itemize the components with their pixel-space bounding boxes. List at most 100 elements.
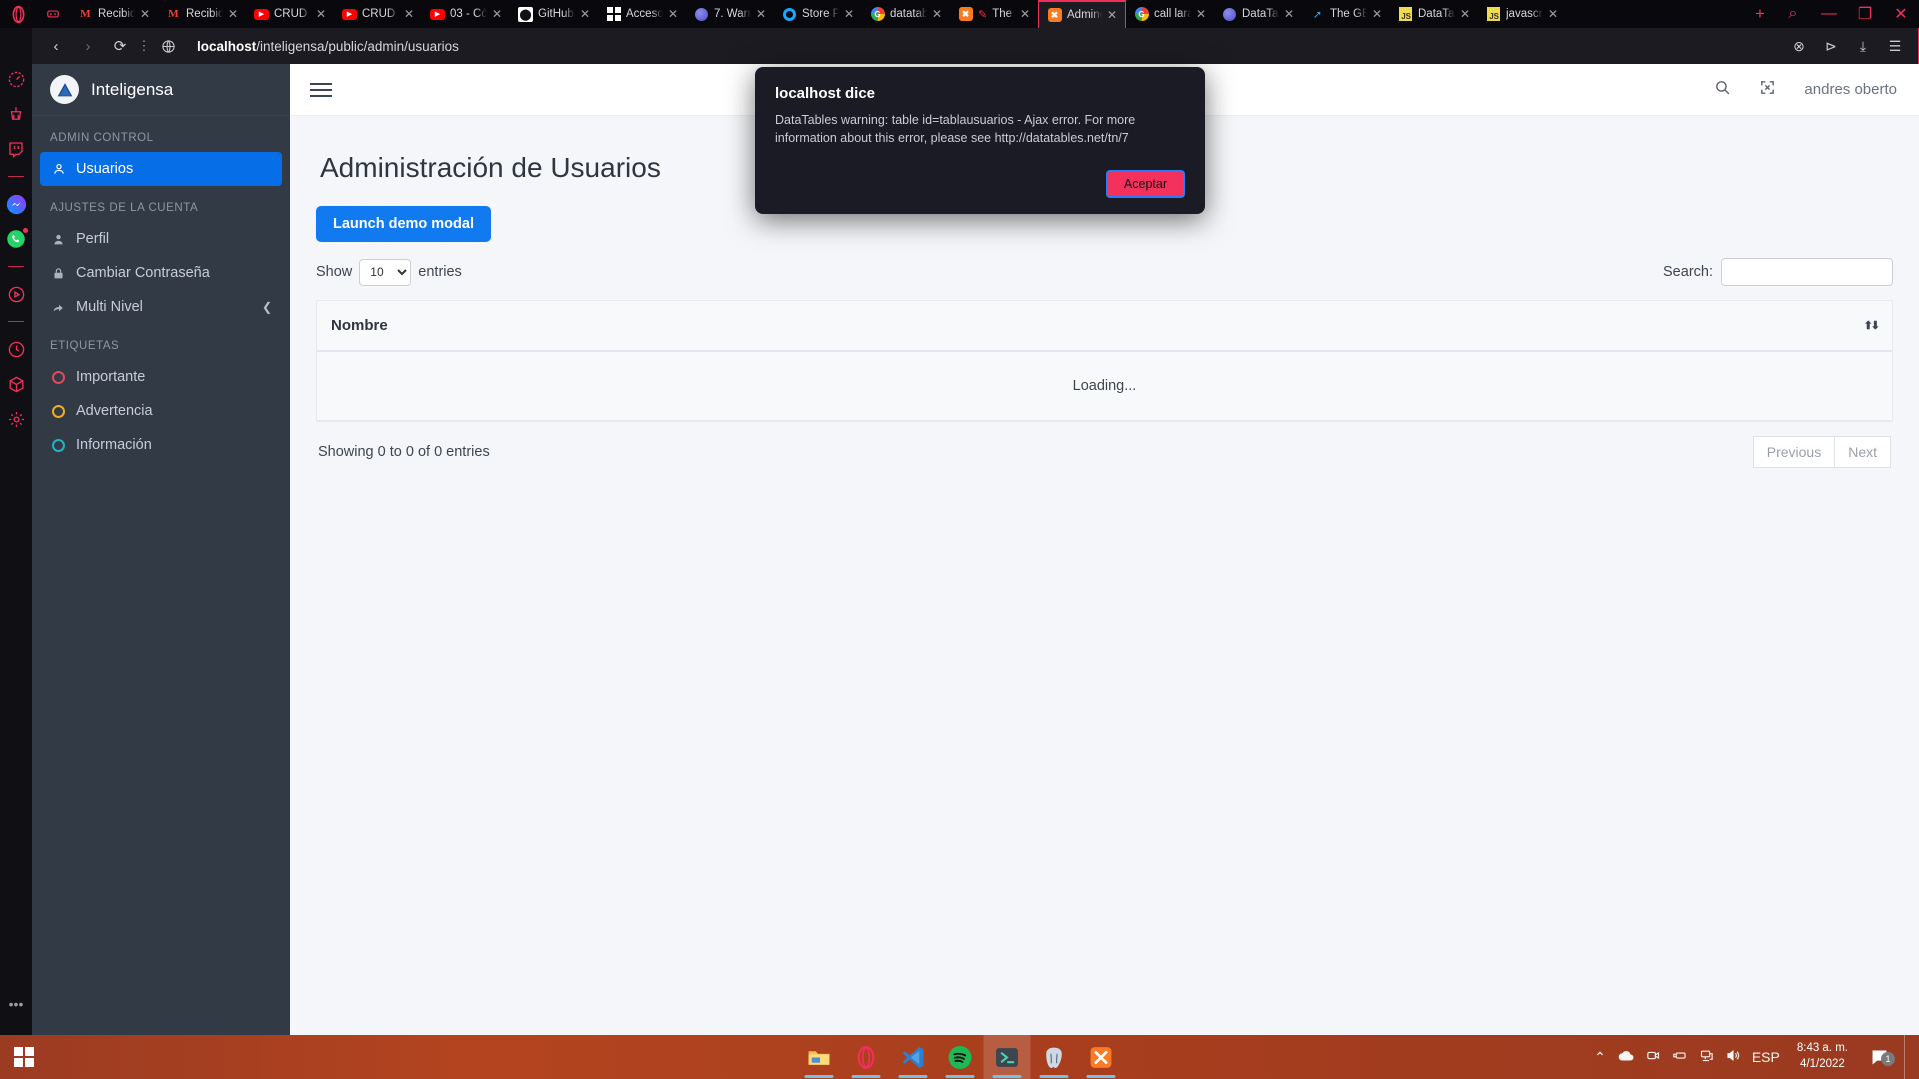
close-icon[interactable]: ✕: [1883, 0, 1919, 28]
speed-dial-icon[interactable]: [5, 68, 27, 90]
tab-crud-1[interactable]: ▶ CRUD C ✕: [246, 0, 334, 28]
tab-close-icon[interactable]: ✕: [932, 8, 944, 20]
chevron-left-icon[interactable]: ❮: [262, 300, 272, 314]
vertical-dots-icon[interactable]: ⋮: [137, 38, 151, 54]
xampp-icon[interactable]: [1077, 1035, 1124, 1079]
tab-close-icon[interactable]: ✕: [492, 8, 504, 20]
sidebar-item-multi-nivel[interactable]: Multi Nivel ❮: [32, 290, 290, 324]
new-tab-button[interactable]: +: [1745, 0, 1775, 28]
brand[interactable]: Inteligensa: [32, 64, 290, 116]
camera-icon[interactable]: [1646, 1048, 1661, 1066]
postgresql-icon[interactable]: [1030, 1035, 1077, 1079]
box-icon[interactable]: [5, 373, 27, 395]
previous-page-button[interactable]: Previous: [1752, 436, 1835, 468]
block-icon[interactable]: ⊗: [1786, 33, 1812, 59]
next-page-button[interactable]: Next: [1834, 436, 1891, 468]
tab-close-icon[interactable]: ✕: [404, 8, 416, 20]
tab-datatables-3[interactable]: JS DataTab ✕: [1390, 0, 1478, 28]
accept-button[interactable]: Aceptar: [1105, 169, 1185, 198]
tab-close-icon[interactable]: ✕: [580, 8, 592, 20]
windows-start-icon[interactable]: [0, 1035, 48, 1079]
network-icon[interactable]: [1699, 1048, 1714, 1066]
entries-per-page-select[interactable]: 102550100: [359, 258, 412, 286]
restore-icon[interactable]: ❐: [1847, 0, 1883, 28]
opera-menu-icon[interactable]: ☰: [1882, 33, 1908, 59]
minimize-icon[interactable]: —: [1811, 0, 1847, 28]
tab-close-icon[interactable]: ✕: [1107, 9, 1119, 21]
back-icon[interactable]: ‹: [41, 31, 71, 61]
sidebar-tag-advertencia[interactable]: Advertencia: [32, 394, 290, 428]
vscode-icon[interactable]: [889, 1035, 936, 1079]
tab-close-icon[interactable]: ✕: [1020, 8, 1032, 20]
tab-close-icon[interactable]: ✕: [1284, 8, 1296, 20]
tab-close-icon[interactable]: ✕: [1196, 8, 1208, 20]
sidebar-item-perfil[interactable]: Perfil: [32, 222, 290, 256]
history-clock-icon[interactable]: [5, 338, 27, 360]
settings-gear-icon[interactable]: [5, 408, 27, 430]
tab-store-pr[interactable]: Store Pr ✕: [774, 0, 862, 28]
messenger-icon[interactable]: [5, 193, 27, 215]
twitch-icon[interactable]: [5, 138, 27, 160]
tab-acceso[interactable]: Acceso ✕: [598, 0, 686, 28]
spotify-icon[interactable]: [936, 1035, 983, 1079]
tab-close-icon[interactable]: ✕: [844, 8, 856, 20]
send-icon[interactable]: ⊳: [1818, 33, 1844, 59]
opera-icon[interactable]: [842, 1035, 889, 1079]
broom-cleaner-icon[interactable]: [5, 103, 27, 125]
search-input[interactable]: [1721, 258, 1893, 286]
tab-close-icon[interactable]: ✕: [316, 8, 328, 20]
download-icon[interactable]: ⤓: [1850, 33, 1876, 59]
tab-github[interactable]: ⬤ GitHub ✕: [510, 0, 598, 28]
show-hidden-icons-icon[interactable]: ⌃: [1594, 1049, 1606, 1066]
forward-icon[interactable]: ›: [73, 31, 103, 61]
tab-close-icon[interactable]: ✕: [1372, 8, 1384, 20]
more-dots-icon[interactable]: •••: [5, 993, 27, 1015]
volume-icon[interactable]: [1725, 1048, 1741, 1066]
fullscreen-icon[interactable]: [1759, 79, 1776, 101]
notification-count: 1: [1881, 1051, 1895, 1066]
sidebar-item-usuarios[interactable]: Usuarios: [40, 152, 282, 186]
file-explorer-icon[interactable]: [795, 1035, 842, 1079]
powershell-icon[interactable]: [983, 1035, 1030, 1079]
tab-call-laravel[interactable]: G call lara ✕: [1126, 0, 1214, 28]
tab-recibidos-2[interactable]: M Recibidos ✕: [158, 0, 246, 28]
tab-datatables-2[interactable]: DataTab ✕: [1214, 0, 1302, 28]
tab-admind-active[interactable]: ✖ Admind ✕: [1038, 0, 1126, 28]
search-icon[interactable]: [1714, 79, 1731, 101]
tab-javascript[interactable]: JS javascrip ✕: [1478, 0, 1566, 28]
tab-recibidos-1[interactable]: M Recibidos ✕: [70, 0, 158, 28]
launch-demo-modal-button[interactable]: Launch demo modal: [316, 206, 491, 242]
column-header-nombre[interactable]: Nombre: [331, 317, 388, 334]
tab-close-icon[interactable]: ✕: [228, 8, 240, 20]
tab-datatables[interactable]: G datatabl ✕: [862, 0, 950, 28]
tab-7-warning[interactable]: 7. Warni ✕: [686, 0, 774, 28]
sidebar-tag-informacion[interactable]: Información: [32, 428, 290, 462]
tab-close-icon[interactable]: ✕: [1548, 8, 1560, 20]
usb-icon[interactable]: [1672, 1048, 1688, 1066]
action-center-icon[interactable]: 1: [1865, 1049, 1895, 1066]
tab-close-icon[interactable]: ✕: [140, 8, 152, 20]
tab-pinned-opera-gx[interactable]: [36, 0, 70, 28]
username-label[interactable]: andres oberto: [1804, 81, 1897, 98]
tab-the-get[interactable]: ➚ The GET ✕: [1302, 0, 1390, 28]
tab-03-como[interactable]: ▶ 03 - Cór ✕: [422, 0, 510, 28]
reload-icon[interactable]: ⟳: [105, 31, 135, 61]
tab-search-icon[interactable]: ⌕: [1775, 0, 1811, 28]
tab-the[interactable]: ✖ ✎ The ✕: [950, 0, 1038, 28]
url-text[interactable]: localhost/inteligensa/public/admin/usuar…: [185, 39, 1784, 54]
sidebar-tag-importante[interactable]: Importante: [32, 360, 290, 394]
show-desktop-button[interactable]: [1904, 1035, 1911, 1079]
globe-icon[interactable]: [153, 31, 183, 61]
player-icon[interactable]: [5, 283, 27, 305]
hamburger-icon[interactable]: [310, 82, 332, 97]
clock[interactable]: 8:43 a. m. 4/1/2022: [1791, 1041, 1854, 1072]
sort-updown-icon[interactable]: ⬆⬇: [1864, 319, 1881, 332]
language-indicator[interactable]: ESP: [1752, 1049, 1780, 1065]
tab-close-icon[interactable]: ✕: [756, 8, 768, 20]
onedrive-icon[interactable]: [1617, 1049, 1635, 1066]
tab-close-icon[interactable]: ✕: [668, 8, 680, 20]
tab-close-icon[interactable]: ✕: [1460, 8, 1472, 20]
tab-crud-2[interactable]: ▶ CRUD C ✕: [334, 0, 422, 28]
sidebar-item-cambiar-contrasena[interactable]: Cambiar Contraseña: [32, 256, 290, 290]
whatsapp-icon[interactable]: [5, 227, 29, 250]
